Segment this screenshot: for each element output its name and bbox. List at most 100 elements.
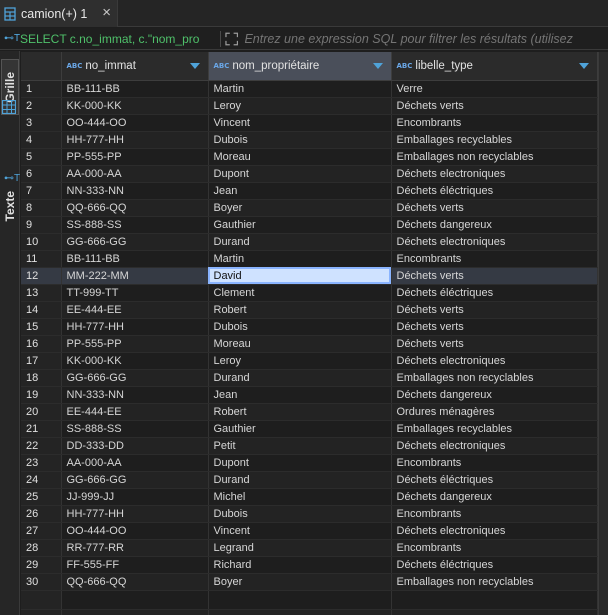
table-row[interactable]: 29 FF-555-FF Richard Déchets éléctriques [21,556,598,574]
table-row[interactable]: 9 SS-888-SS Gauthier Déchets dangereux [21,216,598,234]
table-row[interactable]: 24 GG-666-GG Durand Déchets éléctriques [21,471,598,489]
row-number[interactable]: 1 [21,80,62,98]
row-number[interactable]: 7 [21,182,62,200]
table-row[interactable]: 20 EE-444-EE Robert Ordures ménagères [21,403,598,421]
cell-nom-proprietaire[interactable]: Richard [208,556,392,574]
cell-no-immat[interactable]: JJ-999-JJ [61,488,209,506]
cell-libelle-type[interactable]: Encombrants [391,505,598,523]
cell-no-immat[interactable]: QQ-666-QQ [61,573,209,591]
row-number[interactable]: 10 [21,233,62,251]
row-number[interactable]: 18 [21,369,62,387]
cell-nom-proprietaire[interactable]: Vincent [208,114,392,132]
cell-libelle-type[interactable]: Encombrants [391,250,598,268]
row-number[interactable]: 16 [21,335,62,353]
row-number[interactable]: 12 [21,267,62,285]
cell-nom-proprietaire[interactable]: Durand [208,233,392,251]
row-number[interactable]: 17 [21,352,62,370]
cell-libelle-type[interactable]: Déchets éléctriques [391,182,598,200]
cell-libelle-type[interactable]: Emballages non recyclables [391,148,598,166]
cell-nom-proprietaire[interactable]: Jean [208,386,392,404]
cell-no-immat[interactable]: GG-666-GG [61,471,209,489]
table-row[interactable]: 15 HH-777-HH Dubois Déchets verts [21,318,598,336]
cell-no-immat[interactable]: KK-000-KK [61,97,209,115]
table-row[interactable]: 7 NN-333-NN Jean Déchets éléctriques [21,182,598,200]
cell-no-immat[interactable]: AA-000-AA [61,454,209,472]
row-number[interactable]: 28 [21,539,62,557]
table-row[interactable]: 11 BB-111-BB Martin Encombrants [21,250,598,268]
table-row[interactable]: 2 KK-000-KK Leroy Déchets verts [21,97,598,115]
cell-libelle-type[interactable]: Encombrants [391,539,598,557]
row-number[interactable]: 11 [21,250,62,268]
vertical-scrollbar[interactable] [598,52,608,615]
tab-camion[interactable]: camion(+) 1 × [0,0,118,27]
cell-libelle-type[interactable]: Emballages recyclables [391,131,598,149]
column-header-libelle-type[interactable]: ABC libelle_type [391,52,598,81]
column-header-nom-proprietaire[interactable]: ABC nom_propriétaire [208,52,392,81]
cell-libelle-type[interactable]: Ordures ménagères [391,403,598,421]
row-number[interactable]: 5 [21,148,62,166]
row-number[interactable]: 24 [21,471,62,489]
cell-no-immat[interactable]: OO-444-OO [61,522,209,540]
filter-query-text[interactable]: SELECT c.no_immat, c."nom_pro [20,32,216,46]
row-number[interactable]: 26 [21,505,62,523]
table-row[interactable]: 6 AA-000-AA Dupont Déchets electroniques [21,165,598,183]
cell-nom-proprietaire[interactable]: Robert [208,403,392,421]
cell-libelle-type[interactable]: Verre [391,80,598,98]
table-row[interactable]: 3 OO-444-OO Vincent Encombrants [21,114,598,132]
cell-no-immat[interactable]: GG-666-GG [61,233,209,251]
cell-no-immat[interactable]: TT-999-TT [61,284,209,302]
table-row[interactable]: 26 HH-777-HH Dubois Encombrants [21,505,598,523]
cell-no-immat[interactable]: HH-777-HH [61,318,209,336]
cell-nom-proprietaire[interactable]: Moreau [208,335,392,353]
cell-no-immat[interactable]: DD-333-DD [61,437,209,455]
cell-libelle-type[interactable]: Encombrants [391,454,598,472]
filter-input[interactable] [244,31,608,46]
cell-nom-proprietaire[interactable]: David [208,267,392,285]
cell-nom-proprietaire[interactable]: Leroy [208,352,392,370]
cell-libelle-type[interactable]: Déchets electroniques [391,165,598,183]
row-number[interactable]: 4 [21,131,62,149]
sort-arrow-icon[interactable] [189,63,200,69]
cell-nom-proprietaire[interactable]: Boyer [208,199,392,217]
table-row[interactable]: 13 TT-999-TT Clement Déchets éléctriques [21,284,598,302]
cell-nom-proprietaire[interactable]: Dubois [208,505,392,523]
table-row[interactable]: 4 HH-777-HH Dubois Emballages recyclables [21,131,598,149]
cell-libelle-type[interactable]: Déchets verts [391,267,598,285]
cell-nom-proprietaire[interactable]: Gauthier [208,216,392,234]
cell-no-immat[interactable]: PP-555-PP [61,335,209,353]
cell-libelle-type[interactable]: Déchets electroniques [391,522,598,540]
cell-nom-proprietaire[interactable]: Petit [208,437,392,455]
table-row[interactable]: 19 NN-333-NN Jean Déchets dangereux [21,386,598,404]
cell-nom-proprietaire[interactable]: Gauthier [208,420,392,438]
cell-libelle-type[interactable]: Déchets electroniques [391,352,598,370]
row-number[interactable]: 20 [21,403,62,421]
table-row[interactable]: 16 PP-555-PP Moreau Déchets verts [21,335,598,353]
row-number[interactable]: 15 [21,318,62,336]
cell-nom-proprietaire[interactable]: Legrand [208,539,392,557]
cell-libelle-type[interactable]: Déchets verts [391,318,598,336]
row-number[interactable]: 30 [21,573,62,591]
cell-libelle-type[interactable]: Déchets verts [391,199,598,217]
cell-libelle-type[interactable]: Déchets dangereux [391,216,598,234]
cell-no-immat[interactable]: EE-444-EE [61,301,209,319]
table-row[interactable]: 18 GG-666-GG Durand Emballages non recyclab… [21,369,598,387]
cell-nom-proprietaire[interactable]: Durand [208,369,392,387]
table-row[interactable]: 17 KK-000-KK Leroy Déchets electroniques [21,352,598,370]
cell-no-immat[interactable]: HH-777-HH [61,505,209,523]
tab-text[interactable]: Texte [1,183,19,229]
sort-arrow-icon[interactable] [372,63,383,69]
cell-no-immat[interactable]: AA-000-AA [61,165,209,183]
cell-no-immat[interactable]: OO-444-OO [61,114,209,132]
table-row[interactable]: 10 GG-666-GG Durand Déchets electroniques [21,233,598,251]
row-number[interactable]: 21 [21,420,62,438]
table-row[interactable]: 21 SS-888-SS Gauthier Emballages recyclable… [21,420,598,438]
row-number[interactable]: 9 [21,216,62,234]
row-number[interactable]: 6 [21,165,62,183]
cell-libelle-type[interactable]: Déchets verts [391,97,598,115]
table-row[interactable]: 27 OO-444-OO Vincent Déchets electroniques [21,522,598,540]
table-row[interactable]: 12 MM-222-MM David Déchets verts [21,267,598,285]
row-number[interactable]: 22 [21,437,62,455]
cell-no-immat[interactable]: MM-222-MM [61,267,209,285]
row-number[interactable]: 2 [21,97,62,115]
cell-libelle-type[interactable]: Déchets electroniques [391,233,598,251]
